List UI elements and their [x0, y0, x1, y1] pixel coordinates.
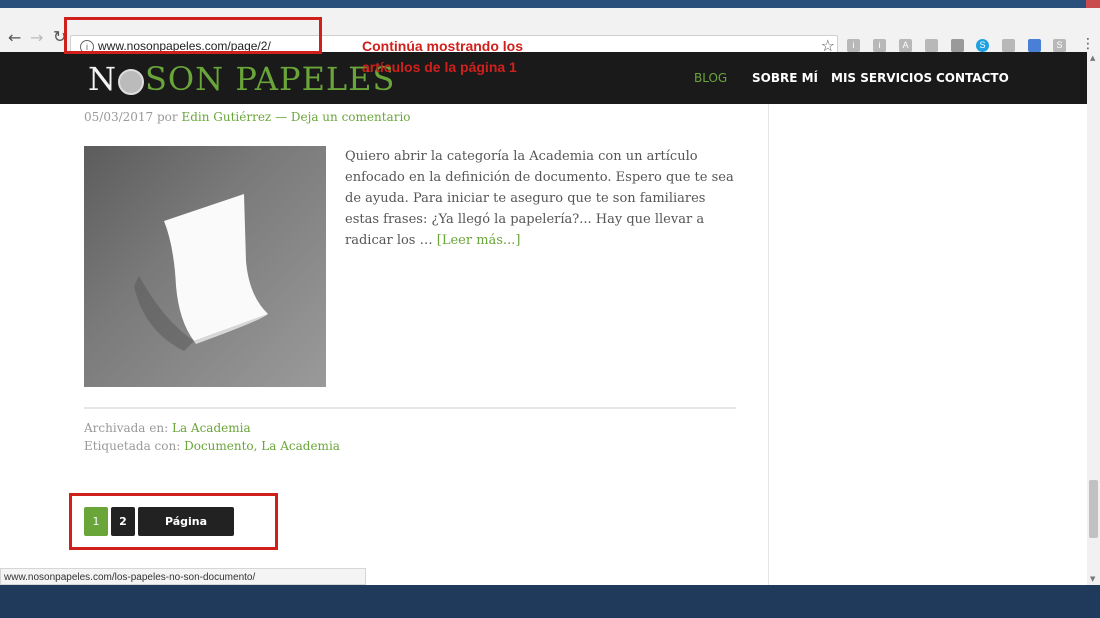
status-bar-url: www.nosonpapeles.com/los-papeles-no-son-… [0, 568, 366, 585]
extension-icon[interactable]: A [899, 39, 912, 52]
annotation-box-pagination [69, 493, 278, 550]
forward-icon[interactable]: → [30, 28, 43, 47]
extension-icon[interactable]: i [873, 39, 886, 52]
nav-contacto[interactable]: CONTACTO [936, 71, 1009, 85]
post-divider [84, 407, 736, 409]
scroll-down-icon[interactable]: ▼ [1090, 575, 1095, 583]
comment-link[interactable]: Deja un comentario [291, 110, 411, 124]
post-thumbnail[interactable] [84, 146, 326, 387]
annotation-note: Continúa mostrando los artículos de la p… [362, 38, 523, 75]
drive-extension-icon[interactable] [951, 39, 964, 52]
pdf-extension-icon[interactable] [1002, 39, 1015, 52]
sidebar-divider [768, 104, 769, 585]
scrollbar-thumb[interactable] [1089, 480, 1098, 538]
post-date: 05/03/2017 [84, 110, 154, 124]
extension-icon[interactable]: i [847, 39, 860, 52]
image-extension-icon[interactable] [925, 39, 938, 52]
extension-icon[interactable] [1028, 39, 1041, 52]
paper-sheet-icon [134, 194, 268, 351]
post-excerpt: Quiero abrir la categoría la Academia co… [345, 149, 734, 248]
author-link[interactable]: Edin Gutiérrez [181, 110, 271, 124]
logo-emblem-icon [118, 68, 144, 95]
tag-link-academia[interactable]: La Academia [261, 439, 340, 453]
category-link[interactable]: La Academia [172, 421, 251, 435]
post-meta: 05/03/2017 por Edin Gutiérrez — Deja un … [84, 110, 411, 124]
tag-link-documento[interactable]: Documento [184, 439, 254, 453]
nav-blog[interactable]: BLOG [694, 71, 727, 85]
page-scrollbar[interactable]: ▲ ▼ [1087, 52, 1100, 585]
site-logo[interactable]: N SON PAPELES [88, 60, 395, 98]
scroll-up-icon[interactable]: ▲ [1090, 54, 1095, 62]
back-icon[interactable]: ← [8, 28, 21, 47]
annotation-box-url [64, 17, 322, 54]
browser-menu-icon[interactable]: ⋮ [1081, 36, 1095, 52]
nav-sobre-mi[interactable]: SOBRE MÍ [752, 71, 818, 85]
skype-icon[interactable]: S [976, 39, 989, 52]
skype-grey-icon[interactable]: S [1053, 39, 1066, 52]
post-footer-meta: Archivada en: La Academia Etiquetada con… [84, 421, 340, 453]
window-top-strip [0, 0, 1100, 20]
nav-mis-servicios[interactable]: MIS SERVICIOS [831, 71, 932, 85]
read-more-link[interactable]: [Leer más...] [437, 233, 521, 248]
